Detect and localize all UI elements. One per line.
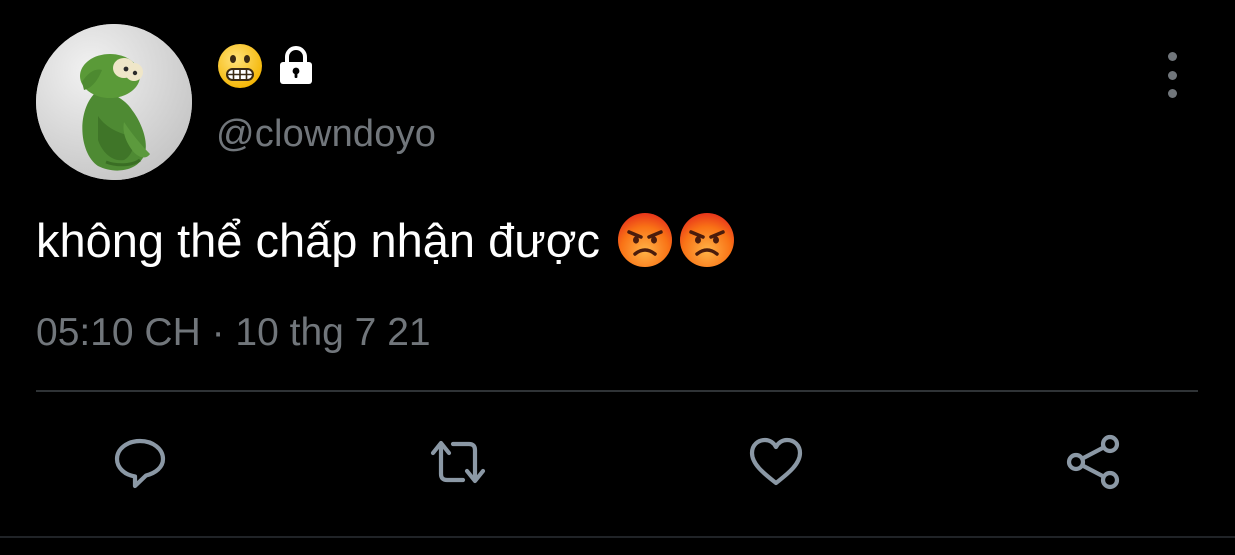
angry-face-icon <box>616 211 674 269</box>
like-button[interactable] <box>746 432 806 492</box>
tweet-body: không thể chấp nhận được <box>36 205 736 275</box>
divider <box>36 390 1198 392</box>
tweet-timestamp[interactable]: 05:10 CH · 10 thg 7 21 <box>36 310 431 356</box>
reply-button[interactable] <box>110 432 170 492</box>
more-dot <box>1167 52 1177 61</box>
user-handle[interactable]: @clowndoyo <box>216 112 436 156</box>
lock-icon <box>274 44 318 88</box>
grimacing-face-icon <box>216 42 264 90</box>
retweet-button[interactable] <box>428 432 488 492</box>
share-button[interactable] <box>1064 432 1124 492</box>
share-icon <box>1066 434 1120 490</box>
like-icon <box>749 437 803 486</box>
more-options-button[interactable] <box>1152 52 1192 98</box>
display-name[interactable] <box>216 42 318 90</box>
more-dot <box>1167 89 1177 98</box>
more-dot <box>1167 70 1177 80</box>
reply-icon <box>114 438 166 489</box>
retweet-icon <box>430 440 486 484</box>
tweet-emojis <box>616 211 736 269</box>
tweet-text: không thể chấp nhận được <box>36 213 601 267</box>
avatar[interactable] <box>36 24 192 180</box>
bottom-divider <box>0 536 1235 538</box>
kermit-avatar-image <box>36 24 192 180</box>
angry-face-icon <box>678 211 736 269</box>
